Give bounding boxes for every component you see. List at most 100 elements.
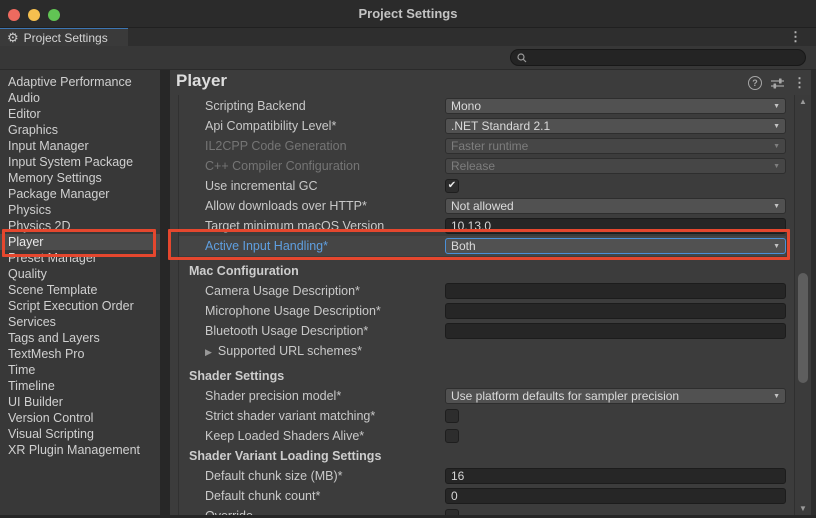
sidebar: Adaptive PerformanceAudioEditorGraphicsI… — [0, 70, 160, 518]
settings-row-supported-url-schemes[interactable]: ▶ Supported URL schemes* — [179, 341, 786, 361]
sidebar-item-player[interactable]: Player — [0, 234, 160, 250]
row-label-keep-loaded-shaders-alive: Keep Loaded Shaders Alive* — [205, 429, 445, 443]
sidebar-item-ui-builder[interactable]: UI Builder — [0, 394, 160, 410]
strict-shader-variant-matching-checkbox[interactable] — [445, 409, 459, 423]
keep-loaded-shaders-alive-checkbox[interactable] — [445, 429, 459, 443]
row-label-use-incremental-gc: Use incremental GC — [205, 179, 445, 193]
toolbar — [0, 46, 816, 70]
default-chunk-size-mb-field[interactable]: 16 — [445, 468, 786, 484]
row-control — [445, 323, 786, 339]
sidebar-item-timeline[interactable]: Timeline — [0, 378, 160, 394]
settings-row-c-compiler-configuration: C++ Compiler ConfigurationRelease▼ — [179, 156, 786, 176]
foldout-arrow-icon[interactable]: ▶ — [205, 347, 212, 357]
allow-downloads-over-http-dropdown[interactable]: Not allowed▼ — [445, 198, 786, 214]
sidebar-item-audio[interactable]: Audio — [0, 90, 160, 106]
row-control: 0 — [445, 488, 786, 504]
presets-icon[interactable] — [771, 78, 784, 89]
scroll-down-icon[interactable]: ▼ — [795, 504, 811, 514]
sidebar-item-graphics[interactable]: Graphics — [0, 122, 160, 138]
sidebar-item-services[interactable]: Services — [0, 314, 160, 330]
row-control: .NET Standard 2.1 ▼ — [445, 118, 786, 134]
camera-usage-description-field[interactable] — [445, 283, 786, 299]
sidebar-item-memory-settings[interactable]: Memory Settings — [0, 170, 160, 186]
target-minimum-macos-version-field[interactable]: 10.13.0 — [445, 218, 786, 234]
sidebar-item-adaptive-performance[interactable]: Adaptive Performance — [0, 74, 160, 90]
titlebar: Project Settings — [0, 0, 816, 28]
row-control: 16 — [445, 468, 786, 484]
sidebar-splitter[interactable] — [160, 70, 170, 518]
chevron-down-icon: ▼ — [773, 163, 780, 170]
bluetooth-usage-description-field[interactable] — [445, 323, 786, 339]
sidebar-item-input-system-package[interactable]: Input System Package — [0, 154, 160, 170]
scroll-up-icon[interactable]: ▲ — [795, 97, 811, 107]
chevron-down-icon: ▼ — [773, 393, 780, 400]
il2cpp-code-generation-dropdown: Faster runtime ▼ — [445, 138, 786, 154]
section-shader-settings: Shader Settings — [179, 366, 786, 386]
tab-project-settings[interactable]: ⚙ Project Settings — [0, 29, 128, 46]
row-control: Release ▼ — [445, 158, 786, 174]
sidebar-item-preset-manager[interactable]: Preset Manager — [0, 250, 160, 266]
dropdown-value: .NET Standard 2.1 — [451, 119, 769, 133]
settings-row-bluetooth-usage-description: Bluetooth Usage Description* — [179, 321, 786, 341]
panel-menu-icon[interactable]: ⋮ — [793, 76, 806, 90]
dropdown-value: Release — [451, 159, 769, 173]
default-chunk-count-field[interactable]: 0 — [445, 488, 786, 504]
row-control: 10.13.0 — [445, 218, 786, 234]
chevron-down-icon: ▼ — [773, 143, 780, 150]
settings-row-allow-downloads-over-http: Allow downloads over HTTP*Not allowed▼ — [179, 196, 786, 216]
search-input[interactable] — [531, 50, 805, 65]
api-compatibility-level-dropdown[interactable]: .NET Standard 2.1 ▼ — [445, 118, 786, 134]
row-control: ✔ — [445, 179, 786, 193]
settings-row-strict-shader-variant-matching: Strict shader variant matching* — [179, 406, 786, 426]
dropdown-value: Both — [451, 239, 769, 253]
sidebar-item-physics[interactable]: Physics — [0, 202, 160, 218]
tab-label: Project Settings — [24, 31, 108, 45]
sidebar-item-physics-2d[interactable]: Physics 2D — [0, 218, 160, 234]
row-label-default-chunk-count: Default chunk count* — [205, 489, 445, 503]
sidebar-item-input-manager[interactable]: Input Manager — [0, 138, 160, 154]
row-label-scripting-backend: Scripting Backend — [205, 99, 445, 113]
help-icon[interactable]: ? — [748, 76, 762, 90]
sidebar-item-editor[interactable]: Editor — [0, 106, 160, 122]
tab-bar: ⚙ Project Settings ⋮ — [0, 28, 816, 46]
settings-row-default-chunk-size-mb: Default chunk size (MB)*16 — [179, 466, 786, 486]
chevron-down-icon: ▼ — [773, 123, 780, 130]
section-shader-variant-loading-settings: Shader Variant Loading Settings — [179, 446, 786, 466]
scripting-backend-dropdown[interactable]: Mono▼ — [445, 98, 786, 114]
sidebar-item-textmesh-pro[interactable]: TextMesh Pro — [0, 346, 160, 362]
window-body: Adaptive PerformanceAudioEditorGraphicsI… — [0, 70, 816, 518]
sidebar-item-time[interactable]: Time — [0, 362, 160, 378]
sidebar-item-tags-and-layers[interactable]: Tags and Layers — [0, 330, 160, 346]
row-control — [445, 409, 786, 423]
settings-row-default-chunk-count: Default chunk count*0 — [179, 486, 786, 506]
section-mac-configuration: Mac Configuration — [179, 261, 786, 281]
row-control: Not allowed▼ — [445, 198, 786, 214]
scrollbar-thumb[interactable] — [798, 273, 808, 383]
sidebar-item-package-manager[interactable]: Package Manager — [0, 186, 160, 202]
microphone-usage-description-field[interactable] — [445, 303, 786, 319]
use-incremental-gc-checkbox[interactable]: ✔ — [445, 179, 459, 193]
settings-row-active-input-handling: Active Input Handling*Both▼ — [179, 236, 786, 256]
sidebar-item-scene-template[interactable]: Scene Template — [0, 282, 160, 298]
settings-row-target-minimum-macos-version: Target minimum macOS Version10.13.0 — [179, 216, 786, 236]
tab-menu-icon[interactable]: ⋮ — [789, 29, 802, 45]
c-compiler-configuration-dropdown: Release ▼ — [445, 158, 786, 174]
settings-row-api-compatibility-level: Api Compatibility Level*.NET Standard 2.… — [179, 116, 786, 136]
sidebar-item-quality[interactable]: Quality — [0, 266, 160, 282]
settings-row-camera-usage-description: Camera Usage Description* — [179, 281, 786, 301]
vertical-scrollbar[interactable]: ▲ ▼ — [794, 95, 811, 515]
active-input-handling-dropdown[interactable]: Both▼ — [445, 238, 786, 254]
search-box[interactable] — [510, 49, 806, 66]
dropdown-value: Faster runtime — [451, 139, 769, 153]
sidebar-item-xr-plugin-management[interactable]: XR Plugin Management — [0, 442, 160, 458]
header-icons: ? ⋮ — [748, 76, 806, 90]
settings-row-scripting-backend: Scripting BackendMono▼ — [179, 96, 786, 116]
row-control — [445, 303, 786, 319]
chevron-down-icon: ▼ — [773, 103, 780, 110]
dropdown-value: Not allowed — [451, 199, 769, 213]
sidebar-item-visual-scripting[interactable]: Visual Scripting — [0, 426, 160, 442]
shader-precision-model-dropdown[interactable]: Use platform defaults for sampler precis… — [445, 388, 786, 404]
sidebar-item-version-control[interactable]: Version Control — [0, 410, 160, 426]
foldout-label: Supported URL schemes* — [218, 344, 362, 358]
sidebar-item-script-execution-order[interactable]: Script Execution Order — [0, 298, 160, 314]
